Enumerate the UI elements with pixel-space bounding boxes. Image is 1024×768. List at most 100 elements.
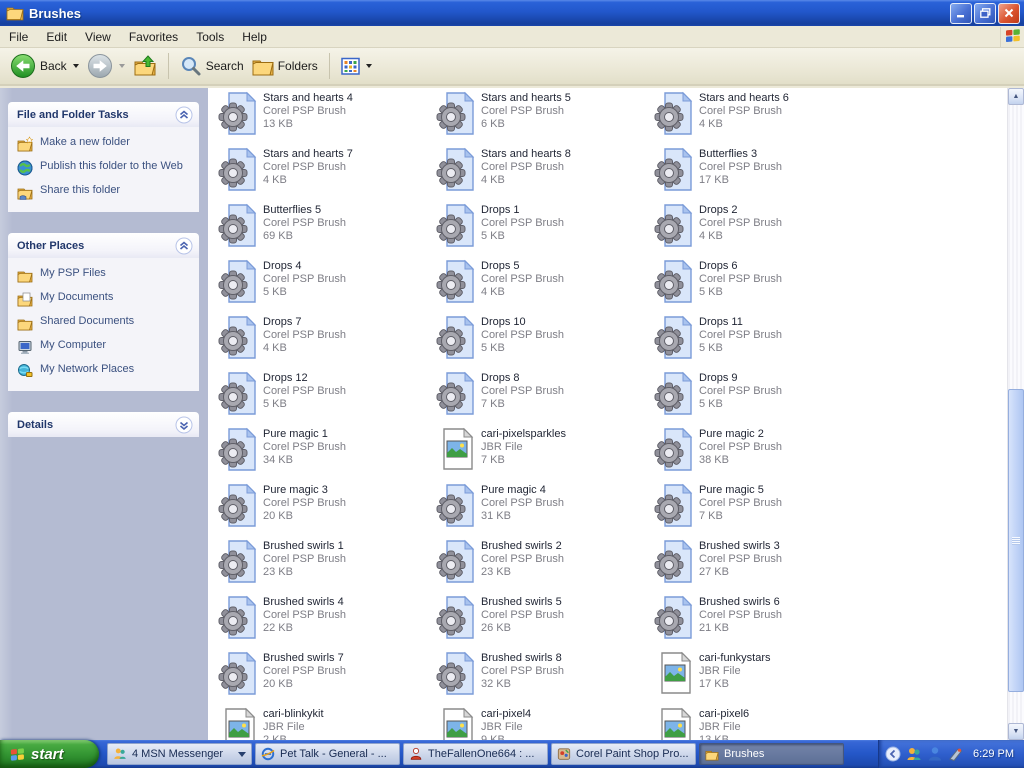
- folder-icon: [17, 267, 33, 283]
- taskbar-button-pet-talk-general[interactable]: Pet Talk - General - ...: [255, 743, 400, 765]
- file-tile-brushed-swirls-5[interactable]: Brushed swirls 5Corel PSP Brush26 KB: [436, 594, 654, 650]
- file-tile-drops-2[interactable]: Drops 2Corel PSP Brush4 KB: [654, 202, 872, 258]
- file-tile-stars-and-hearts-7[interactable]: Stars and hearts 7Corel PSP Brush4 KB: [218, 146, 436, 202]
- task-link-my-network-places[interactable]: My Network Places: [17, 363, 195, 379]
- menu-view[interactable]: View: [76, 28, 120, 46]
- file-tile-drops-12[interactable]: Drops 12Corel PSP Brush5 KB: [218, 370, 436, 426]
- file-tile-drops-10[interactable]: Drops 10Corel PSP Brush5 KB: [436, 314, 654, 370]
- launcher-tray-icon[interactable]: [948, 746, 964, 762]
- taskbar-clock: 6:29 PM: [973, 748, 1014, 760]
- file-tile-pure-magic-4[interactable]: Pure magic 4Corel PSP Brush31 KB: [436, 482, 654, 538]
- file-tile-brushed-swirls-4[interactable]: Brushed swirls 4Corel PSP Brush22 KB: [218, 594, 436, 650]
- up-button[interactable]: [129, 52, 161, 80]
- scrollbar-down-button[interactable]: ▼: [1008, 723, 1024, 740]
- task-link-make-a-new-folder[interactable]: Make a new folder: [17, 136, 195, 152]
- file-tile-butterflies-3[interactable]: Butterflies 3Corel PSP Brush17 KB: [654, 146, 872, 202]
- group-dropdown-arrow-icon[interactable]: [238, 752, 246, 757]
- file-tile-butterflies-5[interactable]: Butterflies 5Corel PSP Brush69 KB: [218, 202, 436, 258]
- panel-header-other-places[interactable]: Other Places: [8, 233, 199, 258]
- folders-icon: [252, 55, 274, 77]
- task-link-share-this-folder[interactable]: Share this folder: [17, 184, 195, 200]
- menu-tools[interactable]: Tools: [187, 28, 233, 46]
- file-tile-stars-and-hearts-5[interactable]: Stars and hearts 5Corel PSP Brush6 KB: [436, 90, 654, 146]
- views-button[interactable]: [337, 55, 376, 78]
- file-tile-cari-pixel6[interactable]: cari-pixel6JBR File13 KB: [654, 706, 872, 740]
- file-tile-pure-magic-5[interactable]: Pure magic 5Corel PSP Brush7 KB: [654, 482, 872, 538]
- psp-brush-file-icon: [436, 370, 476, 416]
- file-tile-cari-pixel4[interactable]: cari-pixel4JBR File9 KB: [436, 706, 654, 740]
- task-link-my-documents[interactable]: My Documents: [17, 291, 195, 307]
- msn-messenger-tray-icon[interactable]: [906, 746, 922, 762]
- search-button[interactable]: Search: [176, 53, 248, 79]
- start-button[interactable]: start: [0, 740, 99, 768]
- file-tile-drops-6[interactable]: Drops 6Corel PSP Brush5 KB: [654, 258, 872, 314]
- file-tile-brushed-swirls-8[interactable]: Brushed swirls 8Corel PSP Brush32 KB: [436, 650, 654, 706]
- file-type: JBR File: [699, 665, 771, 678]
- task-link-my-computer[interactable]: My Computer: [17, 339, 195, 355]
- file-tile-stars-and-hearts-6[interactable]: Stars and hearts 6Corel PSP Brush4 KB: [654, 90, 872, 146]
- file-tile-drops-11[interactable]: Drops 11Corel PSP Brush5 KB: [654, 314, 872, 370]
- file-tile-cari-pixelsparkles[interactable]: cari-pixelsparklesJBR File7 KB: [436, 426, 654, 482]
- vertical-scrollbar[interactable]: ▲ ▼: [1007, 88, 1024, 740]
- restore-button[interactable]: [974, 3, 996, 24]
- file-tile-cari-funkystars[interactable]: cari-funkystarsJBR File17 KB: [654, 650, 872, 706]
- file-type: Corel PSP Brush: [481, 273, 564, 286]
- chevron-down-icon[interactable]: [175, 416, 193, 434]
- file-size: 7 KB: [699, 510, 782, 523]
- file-tile-stars-and-hearts-4[interactable]: Stars and hearts 4Corel PSP Brush13 KB: [218, 90, 436, 146]
- file-size: 7 KB: [481, 398, 564, 411]
- scrollbar-thumb[interactable]: [1008, 389, 1024, 692]
- menu-file[interactable]: File: [0, 28, 37, 46]
- forward-button[interactable]: [83, 51, 129, 81]
- panel-header-details[interactable]: Details: [8, 412, 199, 437]
- file-size: 32 KB: [481, 678, 564, 691]
- file-size: 7 KB: [481, 454, 566, 467]
- file-tile-stars-and-hearts-8[interactable]: Stars and hearts 8Corel PSP Brush4 KB: [436, 146, 654, 202]
- taskbar-button-thefallenone664[interactable]: TheFallenOne664 : ...: [403, 743, 548, 765]
- menu-help[interactable]: Help: [233, 28, 276, 46]
- panel-header-file-and-folder-tasks[interactable]: File and Folder Tasks: [8, 102, 199, 127]
- file-tile-drops-8[interactable]: Drops 8Corel PSP Brush7 KB: [436, 370, 654, 426]
- folders-button[interactable]: Folders: [248, 53, 322, 79]
- file-tile-drops-5[interactable]: Drops 5Corel PSP Brush4 KB: [436, 258, 654, 314]
- start-label: start: [31, 746, 64, 763]
- back-button[interactable]: Back: [6, 51, 83, 81]
- task-link-my-psp-files[interactable]: My PSP Files: [17, 267, 195, 283]
- tray-collapse-chevron-icon[interactable]: [885, 746, 901, 762]
- scrollbar-up-button[interactable]: ▲: [1008, 88, 1024, 105]
- file-tile-brushed-swirls-3[interactable]: Brushed swirls 3Corel PSP Brush27 KB: [654, 538, 872, 594]
- file-tile-cari-blinkykit[interactable]: cari-blinkykitJBR File2 KB: [218, 706, 436, 740]
- file-tile-drops-7[interactable]: Drops 7Corel PSP Brush4 KB: [218, 314, 436, 370]
- file-tile-brushed-swirls-7[interactable]: Brushed swirls 7Corel PSP Brush20 KB: [218, 650, 436, 706]
- menu-edit[interactable]: Edit: [37, 28, 76, 46]
- file-tile-brushed-swirls-1[interactable]: Brushed swirls 1Corel PSP Brush23 KB: [218, 538, 436, 594]
- taskbar-button-4-msn-messenger[interactable]: 4 MSN Messenger: [107, 743, 252, 765]
- file-size: 5 KB: [263, 398, 346, 411]
- file-tile-drops-9[interactable]: Drops 9Corel PSP Brush5 KB: [654, 370, 872, 426]
- window-controls: [950, 3, 1020, 24]
- file-name: Pure magic 3: [263, 484, 346, 497]
- scrollbar-track[interactable]: [1008, 105, 1024, 723]
- file-tile-pure-magic-2[interactable]: Pure magic 2Corel PSP Brush38 KB: [654, 426, 872, 482]
- minimize-button[interactable]: [950, 3, 972, 24]
- taskbar-button-brushes[interactable]: Brushes: [699, 743, 844, 765]
- file-tile-pure-magic-3[interactable]: Pure magic 3Corel PSP Brush20 KB: [218, 482, 436, 538]
- back-dropdown-arrow[interactable]: [73, 64, 79, 68]
- file-tile-pure-magic-1[interactable]: Pure magic 1Corel PSP Brush34 KB: [218, 426, 436, 482]
- close-button[interactable]: [998, 3, 1020, 24]
- views-dropdown-arrow[interactable]: [366, 64, 372, 68]
- user-status-tray-icon[interactable]: [927, 746, 943, 762]
- task-link-publish-this-folder-to-the-web[interactable]: Publish this folder to the Web: [17, 160, 195, 176]
- chevron-up-icon[interactable]: [175, 106, 193, 124]
- file-tile-drops-4[interactable]: Drops 4Corel PSP Brush5 KB: [218, 258, 436, 314]
- folder-icon: [17, 315, 33, 331]
- menu-favorites[interactable]: Favorites: [120, 28, 187, 46]
- taskbar-button-corel-paint-shop-pro[interactable]: Corel Paint Shop Pro...: [551, 743, 696, 765]
- file-tile-brushed-swirls-2[interactable]: Brushed swirls 2Corel PSP Brush23 KB: [436, 538, 654, 594]
- task-link-shared-documents[interactable]: Shared Documents: [17, 315, 195, 331]
- chevron-up-icon[interactable]: [175, 237, 193, 255]
- file-tile-drops-1[interactable]: Drops 1Corel PSP Brush5 KB: [436, 202, 654, 258]
- folders-label: Folders: [278, 59, 318, 73]
- file-tile-brushed-swirls-6[interactable]: Brushed swirls 6Corel PSP Brush21 KB: [654, 594, 872, 650]
- window-title: Brushes: [29, 6, 950, 21]
